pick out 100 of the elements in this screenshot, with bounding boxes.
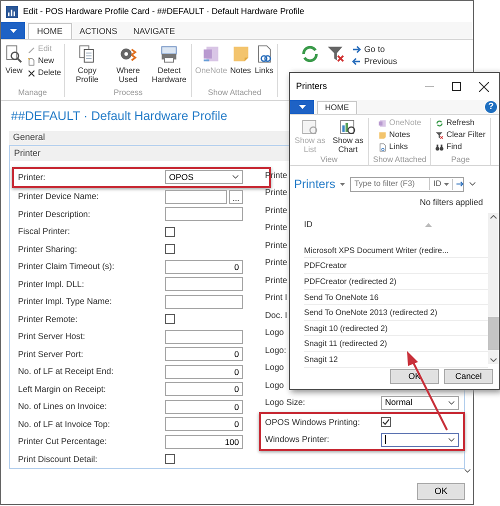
list-row[interactable]: Send To OneNote 16 (304, 290, 488, 306)
checkbox[interactable] (165, 314, 175, 324)
chart-view-icon (339, 118, 357, 136)
ribbon-button[interactable]: New (27, 56, 62, 66)
input-field[interactable]: 100 (165, 434, 243, 449)
chevron-down-icon (232, 175, 239, 180)
close-icon[interactable] (479, 82, 489, 92)
field-label: Printer Sharing: (18, 242, 78, 256)
magnifier-page-icon (4, 44, 24, 64)
help-icon[interactable]: ? (485, 101, 497, 113)
delete-x-icon (27, 68, 36, 78)
checkbox[interactable] (165, 226, 175, 237)
chevron-down-icon (448, 438, 455, 442)
input-field[interactable]: 0 (165, 400, 243, 414)
arrow-right-icon[interactable] (455, 180, 466, 188)
checkbox[interactable] (165, 244, 175, 254)
caret-icon (10, 28, 16, 32)
filter-input[interactable]: Type to filter (F3) (351, 178, 430, 190)
lookup-button[interactable]: ... (229, 190, 243, 204)
scroll-down-icon (490, 358, 497, 362)
caret-icon (298, 105, 306, 109)
ribbon-button[interactable]: Delete (27, 68, 62, 78)
group-label: Show Attached (208, 88, 262, 98)
field-label: Logo: (265, 344, 286, 357)
ribbon-button[interactable]: Where Used (109, 44, 148, 84)
list-row[interactable]: PDFCreator (304, 258, 488, 274)
ribbon-button[interactable]: Notes (230, 44, 252, 84)
ribbon-tab[interactable]: NAVIGATE (125, 23, 184, 39)
dropdown-field[interactable]: Normal (381, 396, 459, 410)
list-row[interactable]: Snagit 11 (redirected 2) (304, 336, 488, 352)
filter-field[interactable]: Type to filter (F3) ID (350, 176, 464, 192)
checkmark-icon (382, 418, 390, 426)
field-label: Printer Impl. DLL: (18, 278, 86, 291)
list-row[interactable]: Microsoft XPS Document Writer (redire... (304, 242, 488, 258)
input-field[interactable]: 0 (165, 382, 243, 396)
ribbon-button[interactable]: Refresh (435, 118, 486, 128)
ribbon-tab[interactable]: HOME (28, 23, 72, 39)
ribbon-button[interactable]: Copy Profile (68, 44, 106, 84)
scrollbar-thumb (488, 317, 499, 350)
scroll-up-icon (490, 214, 497, 219)
field-label: Print Server Host: (18, 330, 86, 344)
input-field[interactable]: 0 (165, 347, 243, 362)
onenote-icon (378, 118, 388, 128)
filter-status: No filters applied (420, 196, 483, 209)
field-label: Printe (265, 204, 288, 217)
field-label: Print Discount Detail: (18, 452, 98, 466)
field-label: Printer Device Name: (18, 190, 100, 204)
list-title[interactable]: Printers (294, 175, 336, 193)
list-row[interactable]: PDFCreator (redirected 2) (304, 274, 488, 290)
field-label: Windows Printer: (265, 433, 330, 446)
checkbox[interactable] (165, 454, 175, 464)
arrow-icon (352, 44, 362, 54)
column-header[interactable]: ID (304, 218, 312, 232)
ribbon-button[interactable]: View (4, 44, 24, 84)
chevron-down-icon (464, 469, 471, 473)
ribbon-tab[interactable]: ACTIONS (72, 23, 126, 39)
field-label: Printer Description: (18, 208, 92, 221)
list-row[interactable]: Snagit 10 (redirected 2) (304, 320, 488, 336)
ok-button[interactable]: OK (417, 483, 465, 500)
field-label: OPOS Windows Printing: (265, 416, 361, 429)
filter-column-selector[interactable]: ID (429, 178, 452, 190)
window-title: Edit - POS Hardware Profile Card - ##DEFAULT · Default Hardware Profile (23, 5, 304, 18)
input-field[interactable] (165, 277, 243, 292)
field-label: Printe (265, 186, 288, 200)
field-label: Logo Size: (265, 396, 306, 410)
binoculars-icon (435, 142, 444, 152)
input-field[interactable] (165, 330, 243, 344)
field-label: Logo (265, 326, 284, 340)
field-label: Printe (265, 274, 288, 287)
arrow-icon (352, 56, 362, 66)
checkbox[interactable] (381, 417, 391, 428)
input-field[interactable] (165, 207, 243, 222)
input-field[interactable]: 0 (165, 364, 243, 379)
sort-arrow-icon (425, 222, 432, 227)
note-icon (378, 130, 388, 140)
minimize-icon (425, 86, 434, 87)
ribbon-button[interactable]: Notes (378, 130, 422, 140)
list-view-icon (301, 118, 319, 136)
printer-icon (159, 44, 180, 64)
input-field[interactable]: 0 (165, 260, 243, 274)
dropdown-field[interactable] (381, 432, 459, 447)
menu-dropdown-button[interactable] (1, 22, 25, 39)
dropdown-field[interactable]: OPOS (165, 170, 243, 184)
input-field[interactable]: 0 (165, 417, 243, 432)
field-label: Printer Cut Percentage: (18, 435, 108, 448)
ribbon-button[interactable]: Go to (352, 44, 398, 54)
field-label: Logo (265, 361, 284, 374)
input-field[interactable] (165, 294, 243, 309)
menu-dropdown-button[interactable] (290, 100, 314, 114)
note-icon (230, 44, 251, 64)
list-row[interactable]: Send To OneNote 2013 (redirected 2) (304, 305, 488, 321)
dialog-button[interactable]: Cancel (444, 369, 493, 384)
ribbon-button[interactable]: Links (254, 44, 274, 84)
ribbon-tab[interactable]: HOME (317, 101, 357, 114)
ribbon-button[interactable]: Previous (352, 56, 398, 66)
ribbon-button[interactable]: Detect Hardware (150, 44, 188, 84)
field-label: No. of LF at Receipt End: (18, 365, 114, 378)
input-field[interactable] (165, 190, 227, 204)
text-cursor (385, 435, 386, 444)
field-label: No. of Lines on Invoice: (18, 400, 108, 414)
